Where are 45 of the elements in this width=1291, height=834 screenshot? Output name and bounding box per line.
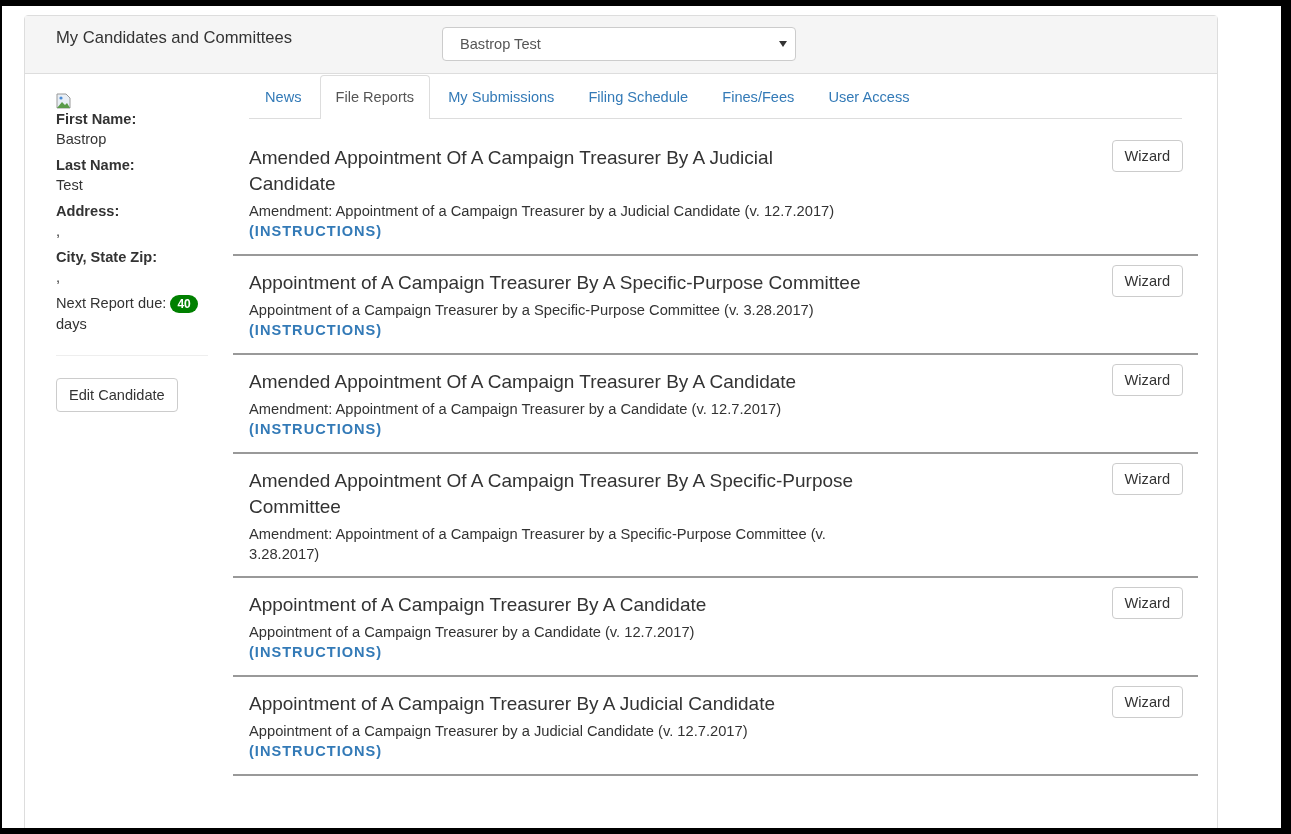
broken-image-icon — [56, 93, 72, 109]
days-label: days — [56, 316, 87, 332]
report-description: Appointment of a Campaign Treasurer by a Judicial Candidate (v. 12.7.2017) — [249, 722, 748, 741]
instructions-link[interactable]: (INSTRUCTIONS) — [249, 221, 383, 242]
wizard-button[interactable]: Wizard — [1111, 463, 1183, 495]
field-label: Last Name: — [56, 156, 136, 175]
report-title: Appointment of A Campaign Treasurer By A Candidate — [249, 593, 707, 617]
panel-title: My Candidates and Committees — [56, 28, 294, 48]
instructions-link[interactable]: (INSTRUCTIONS) — [249, 642, 383, 663]
field-value: , — [56, 222, 62, 241]
candidate-select[interactable]: Bastrop Test — [442, 27, 796, 61]
field-label: Address: — [56, 202, 121, 221]
instructions-link[interactable]: (INSTRUCTIONS) — [249, 320, 383, 341]
report-description: Appointment of a Campaign Treasurer by a Candidate (v. 12.7.2017) — [249, 623, 695, 642]
tab[interactable]: My Submissions — [432, 75, 571, 118]
report-description: Amendment: Appointment of a Campaign Treasurer by a Candidate (v. 12.7.2017) — [249, 400, 782, 419]
tab[interactable]: News — [249, 75, 318, 118]
report-description: Amendment: Appointment of a Campaign Treasurer by a Judicial Candidate (v. 12.7.2017) — [249, 202, 835, 221]
field-label: First Name: — [56, 110, 138, 129]
wizard-button[interactable]: Wizard — [1111, 364, 1183, 396]
tab[interactable]: User Access — [812, 75, 926, 118]
tab[interactable]: Fines/Fees — [706, 75, 811, 118]
caret-icon — [779, 41, 787, 47]
field-value: Bastrop — [56, 130, 108, 149]
tab[interactable]: File Reports — [319, 75, 431, 119]
wizard-button[interactable]: Wizard — [1111, 587, 1183, 619]
report-description: Appointment of a Campaign Treasurer by a Specific-Purpose Committee (v. 3.28.2017) — [249, 301, 814, 320]
field-label: City, State Zip: — [56, 248, 158, 267]
wizard-button[interactable]: Wizard — [1111, 140, 1183, 172]
next-report-label: Next Report due: — [56, 295, 167, 311]
report-title: Amended Appointment Of A Campaign Treasurer By A Specific-Purpose Committee — [249, 469, 855, 519]
edit-candidate-button[interactable]: Edit Candidate — [56, 378, 178, 412]
instructions-link[interactable]: (INSTRUCTIONS) — [249, 419, 383, 440]
report-title: Appointment of A Campaign Treasurer By A Specific-Purpose Committee — [249, 271, 861, 295]
report-title: Amended Appointment Of A Campaign Treasurer By A Candidate — [249, 370, 797, 394]
field-value: Test — [56, 176, 84, 195]
tab[interactable]: Filing Schedule — [572, 75, 705, 118]
field-value: , — [56, 268, 62, 287]
days-badge: 40 — [170, 295, 198, 313]
wizard-button[interactable]: Wizard — [1111, 686, 1183, 718]
report-title: Amended Appointment Of A Campaign Treasurer By A Judicial Candidate — [249, 146, 774, 196]
wizard-button[interactable]: Wizard — [1111, 265, 1183, 297]
report-description: Amendment: Appointment of a Campaign Treasurer by a Specific-Purpose Committee (v. 3.28.2017) — [249, 525, 827, 564]
report-title: Appointment of A Campaign Treasurer By A Judicial Candidate — [249, 692, 775, 716]
instructions-link[interactable]: (INSTRUCTIONS) — [249, 741, 383, 762]
